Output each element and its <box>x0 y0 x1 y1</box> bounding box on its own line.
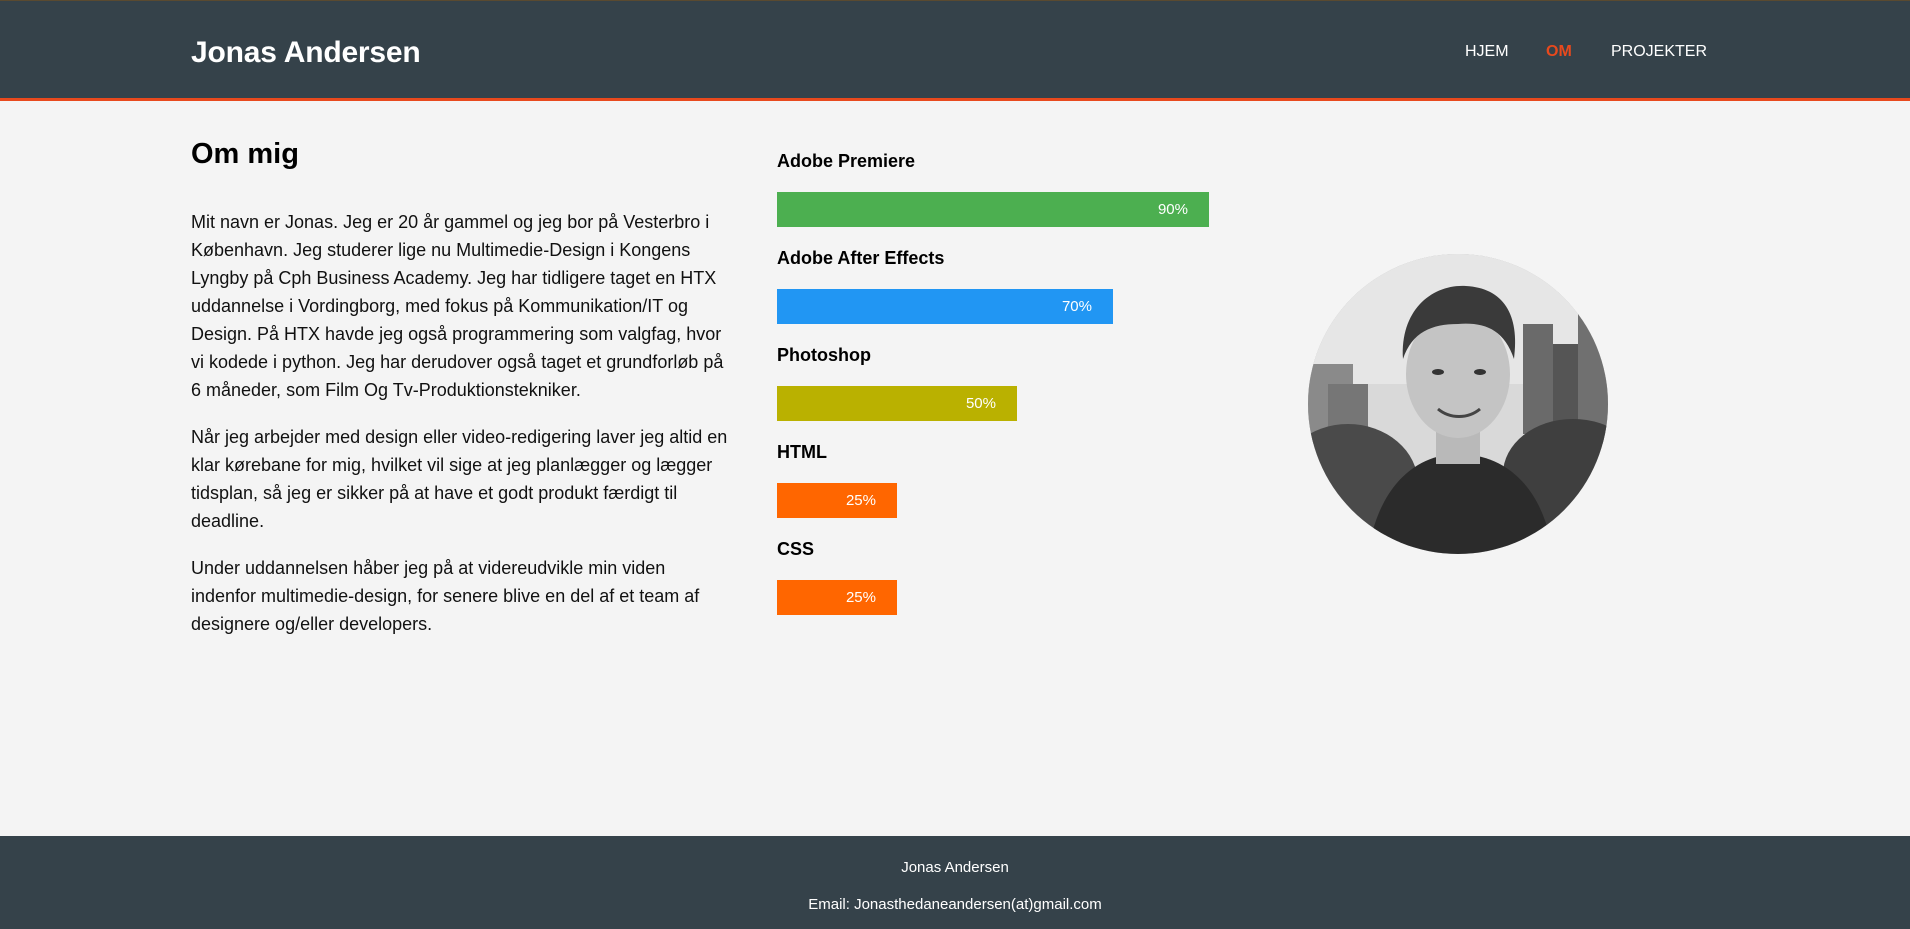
skill-name: Photoshop <box>777 345 871 365</box>
skill-track: 50% <box>777 386 1227 421</box>
footer-name: Jonas Andersen <box>901 859 1009 876</box>
about-paragraph: Når jeg arbejder med design eller video-… <box>191 427 728 531</box>
footer-email: Email: Jonasthedaneandersen(at)gmail.com <box>808 896 1102 913</box>
skill-bar: 50% <box>777 386 1017 421</box>
skill-item: Adobe Premiere 90% <box>777 150 1227 227</box>
skills-list: Adobe Premiere 90% Adobe After Effects 7… <box>777 150 1227 635</box>
site-footer: Jonas Andersen Email: Jonasthedaneanders… <box>0 836 1910 929</box>
nav-link-hjem[interactable]: HJEM <box>1465 43 1509 61</box>
nav-link-projekter[interactable]: PROJEKTER <box>1611 43 1707 61</box>
about-text: Mit navn er Jonas. Jeg er 20 år gammel o… <box>191 208 731 657</box>
skill-name: Adobe After Effects <box>777 248 945 268</box>
skill-bar: 90% <box>777 192 1209 227</box>
skill-track: 90% <box>777 192 1227 227</box>
skill-track: 25% <box>777 580 1227 615</box>
nav-link-om[interactable]: OM <box>1546 43 1572 61</box>
skill-item: HTML 25% <box>777 441 1227 518</box>
skill-name: HTML <box>777 442 827 462</box>
skill-bar: 25% <box>777 580 897 615</box>
page-title: Om mig <box>191 138 299 170</box>
about-paragraph: Mit navn er Jonas. Jeg er 20 år gammel o… <box>191 212 724 400</box>
profile-photo <box>1308 254 1608 554</box>
skill-track: 25% <box>777 483 1227 518</box>
skill-bar: 70% <box>777 289 1113 324</box>
skill-name: Adobe Premiere <box>777 151 916 171</box>
skill-item: CSS 25% <box>777 538 1227 615</box>
about-paragraph: Under uddannelsen håber jeg på at videre… <box>191 558 700 634</box>
skill-track: 70% <box>777 289 1227 324</box>
main-nav: HJEM OM PROJEKTER <box>0 43 1910 67</box>
skill-item: Photoshop 50% <box>777 344 1227 421</box>
skill-name: CSS <box>777 539 815 559</box>
skill-bar: 25% <box>777 483 897 518</box>
site-header: Jonas Andersen HJEM OM PROJEKTER <box>0 0 1910 101</box>
skill-item: Adobe After Effects 70% <box>777 247 1227 324</box>
